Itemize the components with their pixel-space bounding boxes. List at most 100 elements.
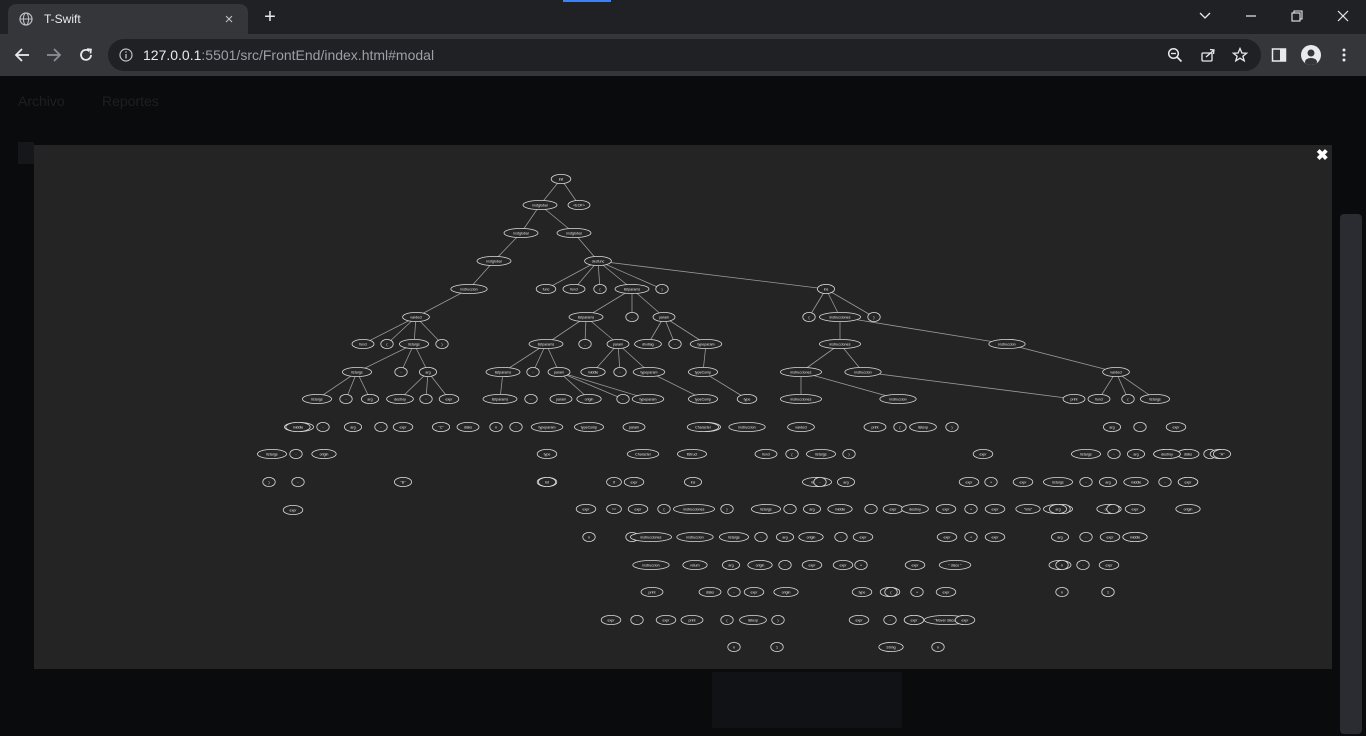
tree-node: middle (1123, 476, 1149, 487)
reload-icon[interactable] (74, 43, 98, 67)
tree-node: middle (285, 421, 311, 432)
tree-node-label: instruccion (738, 425, 755, 429)
profile-avatar-icon[interactable] (1299, 43, 1323, 67)
forward-icon[interactable] (42, 43, 66, 67)
tree-node: instruccion (844, 366, 882, 377)
tree-node-label: n (1061, 590, 1063, 594)
tree-node: ( (785, 448, 799, 459)
tree-edge (800, 371, 899, 400)
restore-icon[interactable] (1274, 0, 1320, 32)
tree-node: arg (418, 366, 437, 377)
tree-node-label: <EOF> (573, 203, 585, 207)
tree-node: instruccion (728, 421, 766, 432)
tree-node: instrucciones (673, 503, 716, 514)
tree-node: print (680, 614, 704, 625)
tree-node: Int (537, 476, 556, 487)
tree-node: - (1079, 531, 1093, 542)
tree-node: listparams (528, 338, 564, 349)
back-icon[interactable] (10, 43, 34, 67)
tree-node-label: expr (751, 590, 759, 594)
tree-node: listparams (568, 311, 604, 322)
tree-node: - (813, 476, 827, 487)
tree-node-label: param (554, 370, 564, 374)
tree-node: listargs (1140, 393, 1171, 404)
tree-node: divdiag (634, 338, 662, 349)
site-info-icon[interactable] (116, 45, 136, 65)
tree-node: , (625, 311, 639, 322)
tree-node-label: listexp (748, 618, 758, 622)
tree-node-label: expr (809, 563, 817, 567)
tree-node-label: func (543, 287, 550, 291)
tree-edge (558, 371, 649, 400)
tree-node-label: ) (268, 480, 269, 484)
tree-node: listargs (751, 503, 782, 514)
tree-node: func (535, 283, 557, 294)
menu-kebab-icon[interactable] (1332, 43, 1356, 67)
tree-node: - (1106, 503, 1120, 514)
nav-archivo[interactable]: Archivo (18, 93, 65, 109)
tree-node: listparams (614, 283, 650, 294)
tree-node: 1 (1101, 586, 1115, 597)
tree-node-label: instrucciones (830, 342, 851, 346)
tree-node: expr (575, 503, 597, 514)
tree-node: arg (837, 476, 856, 487)
tree-node: arg (343, 421, 362, 432)
tree-node-label: origin (320, 452, 329, 456)
tree-node: listargs (1071, 448, 1102, 459)
tree-node-label: n (937, 645, 939, 649)
browser-tab[interactable]: T-Swift × (8, 4, 248, 34)
address-bar[interactable]: 127.0.0.1:5501/src/FrontEnd/index.html#m… (108, 39, 1261, 71)
tree-node: origin (747, 559, 773, 570)
nav-reportes[interactable]: Reportes (102, 93, 159, 109)
tree-node-label: arg (1109, 425, 1114, 429)
tree-node-label: type (744, 397, 751, 401)
tree-node: expr (954, 614, 976, 625)
tree-node-label: expr (980, 452, 988, 456)
bookmark-star-icon[interactable] (1230, 45, 1250, 65)
tree-node: print (1062, 393, 1086, 404)
tree-node: : (509, 421, 523, 432)
tree-node-label: expr (631, 480, 639, 484)
tree-node: arg (1049, 503, 1068, 514)
tree-node-label: vardecl (795, 425, 807, 429)
tree-node: expr (832, 559, 854, 570)
tree-node: arg (1127, 448, 1146, 459)
tree-node: ) (435, 338, 449, 349)
tree-node-label: type (544, 452, 551, 456)
tree-node-label: expr (1106, 563, 1114, 567)
tree-node: - (526, 366, 540, 377)
tree-node: " disco " (938, 559, 972, 570)
tree-node: instrucciones (630, 531, 673, 542)
tree-node-label: ins (691, 480, 696, 484)
tree-node: 1 (770, 641, 784, 652)
page-scrollbar[interactable] (1340, 214, 1362, 734)
close-window-icon[interactable] (1320, 0, 1366, 32)
tree-node: typeComp (574, 421, 605, 432)
tree-node-label: arg (1057, 535, 1062, 539)
tree-node-label: arg (1055, 507, 1060, 511)
tree-node-label: + (916, 590, 918, 594)
tree-node: arg (360, 393, 379, 404)
share-icon[interactable] (1198, 45, 1218, 65)
new-tab-button[interactable]: + (258, 6, 282, 30)
minimize-icon[interactable] (1228, 0, 1274, 32)
tree-node-label: "Mover disco " (935, 618, 959, 622)
tree-node: type (736, 393, 758, 404)
tree-node-label: return (690, 563, 699, 567)
tree-node: + (964, 503, 978, 514)
tree-node: - (1133, 421, 1147, 432)
tree-node-label: instglobal (532, 203, 547, 207)
tree-node: ifstruct (677, 448, 708, 459)
zoom-icon[interactable] (1165, 45, 1185, 65)
tree-node-label: + (970, 535, 972, 539)
tree-node: param (547, 366, 571, 377)
tree-node-label: typeparam (640, 397, 657, 401)
tree-node-label: , (585, 342, 586, 346)
tree-node-label: expr (840, 563, 848, 567)
tree-node-label: middle (588, 370, 599, 374)
tree-node: funcl (351, 338, 375, 349)
tab-close-icon[interactable]: × (220, 11, 238, 28)
side-panel-icon[interactable] (1267, 43, 1291, 67)
tab-search-icon[interactable] (1182, 0, 1228, 32)
tree-node: instglobal (522, 200, 558, 211)
